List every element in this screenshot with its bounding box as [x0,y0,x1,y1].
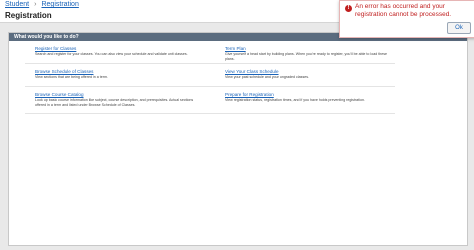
term-plan-item: Term Plan Give yourself a head start by … [225,46,393,61]
row-divider [25,63,395,64]
row-divider [25,86,395,87]
view-schedule-desc: View your past schedule and your ungrade… [225,75,310,79]
breadcrumb-student-link[interactable]: Student [5,1,29,8]
registration-panel: What would you like to do? Register for … [8,32,468,246]
browse-schedule-desc: View sections that are being offered in … [35,75,108,79]
breadcrumb: Student › Registration [5,1,79,8]
browse-catalog-desc: Look up basic course information like su… [35,98,194,107]
term-plan-desc: Give yourself a head start by building p… [225,52,387,61]
ok-button[interactable]: Ok [447,22,471,34]
error-message: An error has occurred and your registrat… [355,3,452,18]
browse-catalog-item: Browse Course Catalog Look up basic cour… [35,92,203,107]
page-title: Registration [5,11,52,20]
breadcrumb-separator: › [34,1,37,8]
error-notification: ! An error has occurred and your registr… [339,0,474,38]
breadcrumb-registration-link[interactable]: Registration [41,1,78,8]
view-schedule-item: View Your Class Schedule View your past … [225,69,393,80]
register-classes-item: Register for Classes Search and register… [35,46,203,57]
prepare-registration-desc: View registration status, registration t… [225,98,365,102]
row-divider [25,113,395,114]
browse-schedule-item: Browse Schedule of Classes View sections… [35,69,203,80]
prepare-registration-item: Prepare for Registration View registrati… [225,92,393,103]
register-classes-desc: Search and register for your classes. Yo… [35,52,188,56]
error-icon: ! [345,5,352,12]
